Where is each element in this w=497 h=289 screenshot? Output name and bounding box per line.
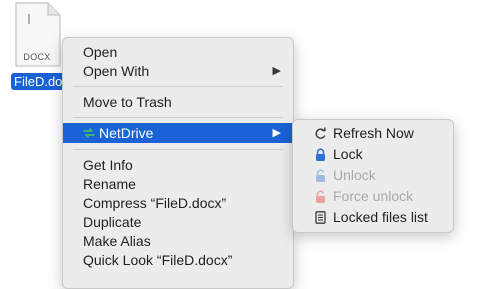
menu-item-label: NetDrive	[99, 125, 154, 141]
context-menu: Open Open With ▶ Move to Trash NetDrive …	[62, 37, 294, 289]
menu-item-open-with[interactable]: Open With ▶	[63, 61, 293, 81]
file-type-label: DOCX	[23, 52, 51, 62]
submenu-arrow-icon: ▶	[272, 127, 281, 139]
menu-item-label: Open	[83, 44, 118, 60]
menu-item-rename[interactable]: Rename	[63, 174, 293, 194]
submenu-item-label: Lock	[333, 146, 363, 162]
menu-item-get-info[interactable]: Get Info	[63, 155, 293, 175]
docx-file-icon[interactable]: DOCX	[8, 2, 66, 68]
list-icon	[315, 211, 326, 224]
menu-separator	[73, 149, 283, 150]
menu-item-quick-look[interactable]: Quick Look “FileD.docx”	[63, 250, 293, 270]
submenu-item-locked-files-list[interactable]: Locked files list	[293, 207, 453, 228]
menu-item-make-alias[interactable]: Make Alias	[63, 231, 293, 251]
menu-item-duplicate[interactable]: Duplicate	[63, 212, 293, 232]
menu-item-netdrive[interactable]: NetDrive ▶	[63, 123, 293, 143]
submenu-item-label: Refresh Now	[333, 125, 414, 141]
menu-item-label: Compress “FileD.docx”	[83, 195, 227, 211]
menu-item-label: Open With	[83, 63, 150, 79]
lock-icon	[316, 148, 325, 161]
submenu-item-refresh-now[interactable]: Refresh Now	[293, 123, 453, 144]
menu-item-label: Rename	[83, 176, 136, 192]
menu-item-compress[interactable]: Compress “FileD.docx”	[63, 193, 293, 213]
force-unlock-icon	[316, 190, 325, 203]
submenu-item-lock[interactable]: Lock	[293, 144, 453, 165]
menu-item-label: Duplicate	[83, 214, 142, 230]
netdrive-icon	[83, 128, 95, 139]
menu-item-label: Get Info	[83, 157, 133, 173]
submenu-arrow-icon: ▶	[272, 65, 281, 77]
menu-item-open[interactable]: Open	[63, 42, 293, 62]
submenu-item-force-unlock[interactable]: Force unlock	[293, 186, 453, 207]
menu-item-label: Move to Trash	[83, 94, 172, 110]
submenu-item-label: Unlock	[333, 167, 376, 183]
submenu-item-label: Locked files list	[333, 209, 428, 225]
unlock-icon	[316, 169, 325, 182]
menu-item-move-to-trash[interactable]: Move to Trash	[63, 92, 293, 112]
menu-item-label: Quick Look “FileD.docx”	[83, 252, 233, 268]
submenu-item-unlock[interactable]: Unlock	[293, 165, 453, 186]
menu-separator	[73, 86, 283, 87]
menu-separator	[73, 117, 283, 118]
menu-item-label: Make Alias	[83, 233, 151, 249]
submenu-item-label: Force unlock	[333, 188, 414, 204]
refresh-icon	[315, 127, 326, 139]
netdrive-submenu: Refresh Now Lock Unlock Force unlock Loc…	[292, 119, 454, 233]
